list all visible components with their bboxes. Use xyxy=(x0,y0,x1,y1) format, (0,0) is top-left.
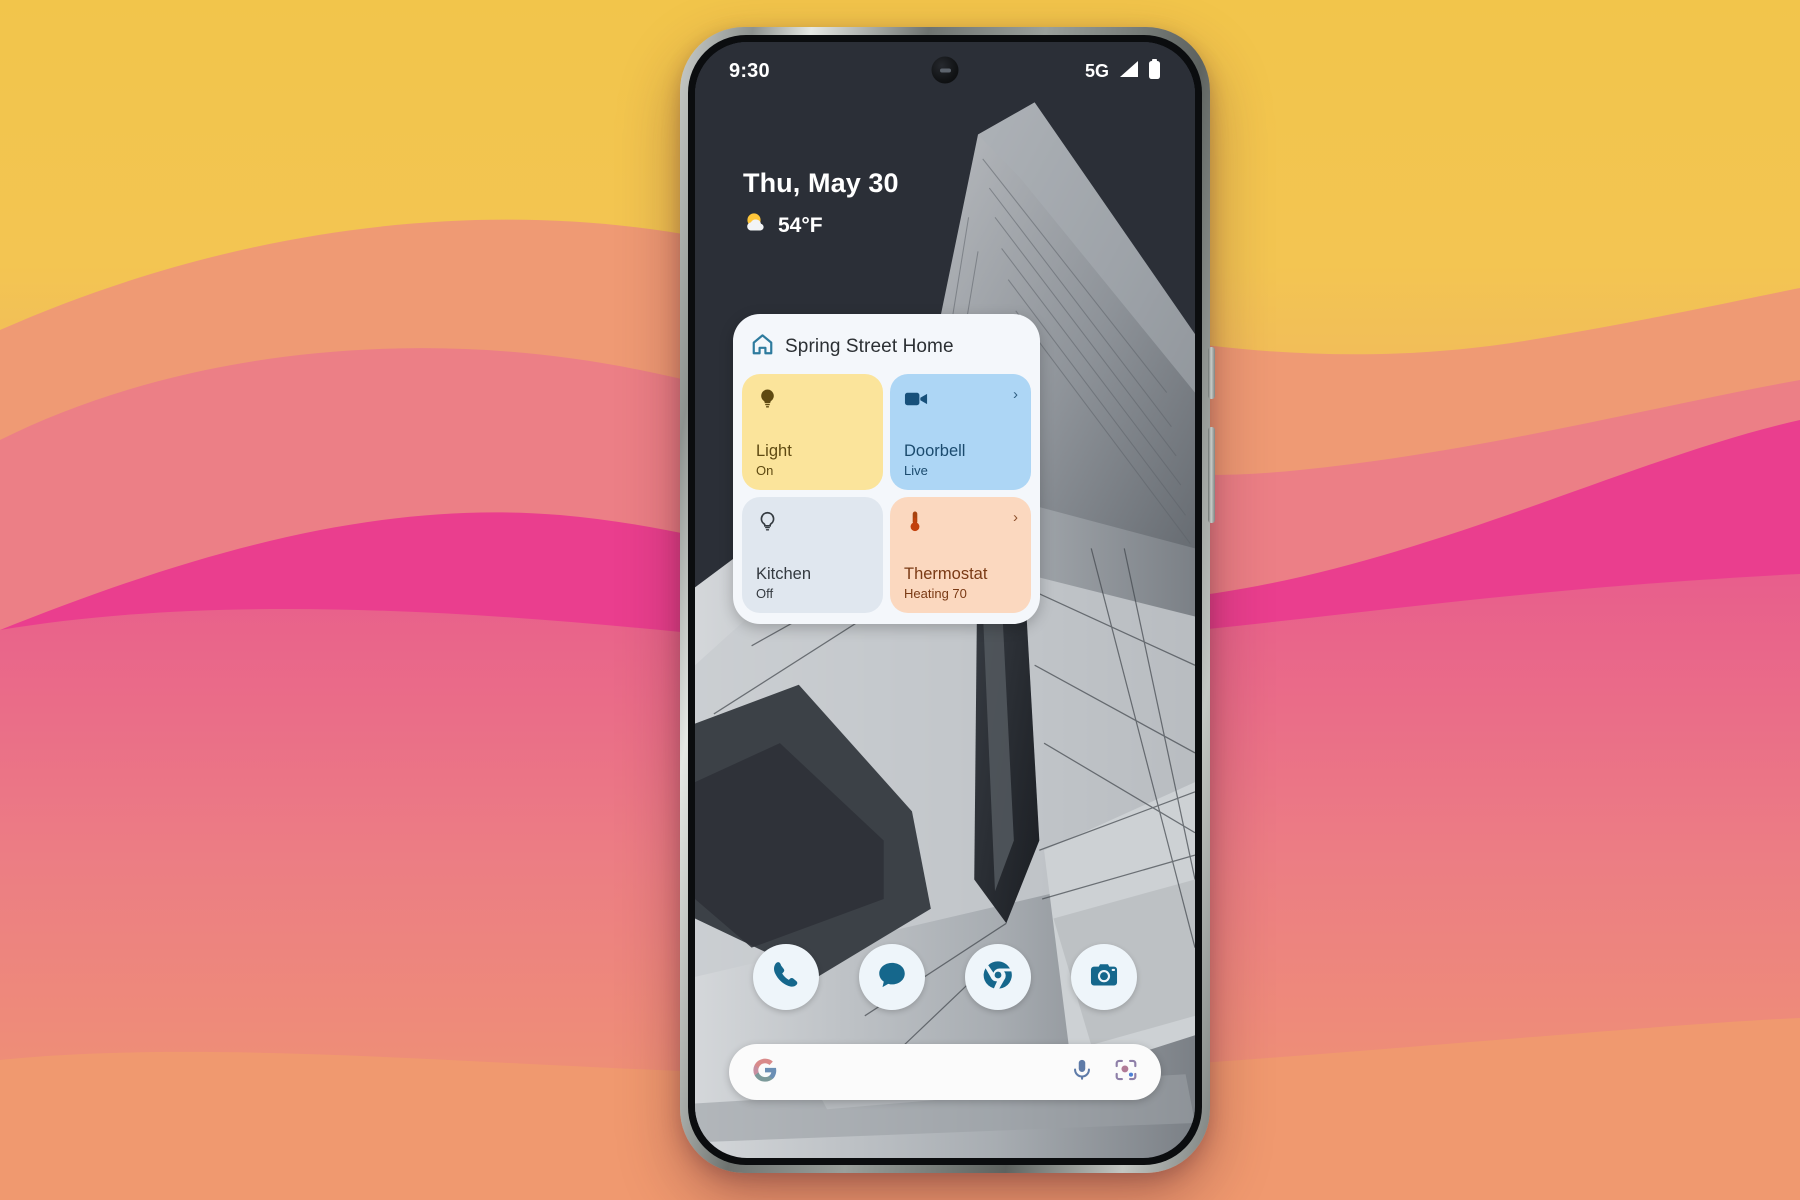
power-button[interactable] xyxy=(1208,347,1215,399)
tile-state-label: Live xyxy=(904,463,928,478)
dock-item-messages[interactable] xyxy=(859,944,925,1010)
camera-icon xyxy=(1087,958,1121,997)
tile-top-row xyxy=(756,387,870,415)
screenshot-scene: 9:30 5G Thu, May 30 54°F Spring Street H… xyxy=(0,0,1800,1200)
tile-chevron-icon[interactable]: › xyxy=(1013,510,1018,525)
phone-icon xyxy=(769,958,803,997)
tile-name-label: Light xyxy=(756,442,792,461)
device-tile-grid: Light On › Doorbell Live Kitchen Off › T… xyxy=(742,374,1031,613)
thermometer-icon xyxy=(904,510,926,538)
widget-title: Spring Street Home xyxy=(785,336,954,357)
tile-text: Light On xyxy=(756,442,870,478)
video-camera-icon xyxy=(904,387,929,415)
status-indicators: 5G xyxy=(1084,58,1161,84)
at-a-glance-widget[interactable]: Thu, May 30 54°F xyxy=(743,168,899,241)
tile-name-label: Kitchen xyxy=(756,565,812,584)
glance-date-label: Thu, May 30 xyxy=(743,168,899,198)
phone-bezel: 9:30 5G Thu, May 30 54°F Spring Street H… xyxy=(688,35,1202,1165)
battery-full-icon xyxy=(1148,58,1161,84)
dock-item-phone[interactable] xyxy=(753,944,819,1010)
widget-header: Spring Street Home xyxy=(742,323,1031,374)
tile-state-label: Heating 70 xyxy=(904,586,967,601)
device-tile-doorbell[interactable]: › Doorbell Live xyxy=(890,374,1031,490)
network-type-label: 5G xyxy=(1084,60,1109,81)
tile-name-label: Doorbell xyxy=(904,442,966,461)
google-home-icon xyxy=(750,332,775,362)
phone-device: 9:30 5G Thu, May 30 54°F Spring Street H… xyxy=(680,27,1215,1173)
sun-behind-cloud-icon xyxy=(743,210,768,241)
lightbulb-filled-icon xyxy=(756,387,779,415)
tile-text: Thermostat Heating 70 xyxy=(904,565,1018,601)
signal-bars-icon xyxy=(1118,60,1139,83)
dock-item-chrome[interactable] xyxy=(965,944,1031,1010)
search-actions xyxy=(1069,1057,1139,1088)
glance-weather: 54°F xyxy=(743,210,899,241)
device-tile-light[interactable]: Light On xyxy=(742,374,883,490)
google-lens-icon[interactable] xyxy=(1113,1057,1139,1088)
tile-chevron-icon[interactable]: › xyxy=(1013,387,1018,402)
app-dock xyxy=(695,944,1195,1010)
device-tile-kitchen[interactable]: Kitchen Off xyxy=(742,497,883,613)
tile-text: Kitchen Off xyxy=(756,565,870,601)
lightbulb-outline-icon xyxy=(756,510,779,538)
device-tile-thermostat[interactable]: › Thermostat Heating 70 xyxy=(890,497,1031,613)
tile-state-label: On xyxy=(756,463,774,478)
tile-top-row: › xyxy=(904,510,1018,538)
status-clock: 9:30 xyxy=(729,59,770,82)
phone-screen: 9:30 5G Thu, May 30 54°F Spring Street H… xyxy=(695,42,1195,1158)
tile-state-label: Off xyxy=(756,586,774,601)
tile-top-row: › xyxy=(904,387,1018,415)
dock-item-camera[interactable] xyxy=(1071,944,1137,1010)
tile-text: Doorbell Live xyxy=(904,442,1018,478)
google-search-bar[interactable] xyxy=(729,1044,1161,1100)
tile-top-row xyxy=(756,510,870,538)
chrome-icon xyxy=(981,958,1015,997)
microphone-icon[interactable] xyxy=(1069,1057,1095,1088)
front-camera-icon xyxy=(931,56,959,84)
messages-icon xyxy=(875,958,909,997)
tile-name-label: Thermostat xyxy=(904,565,988,584)
google-home-widget[interactable]: Spring Street Home Light On › Doorbell L… xyxy=(733,314,1040,624)
glance-temperature-label: 54°F xyxy=(778,213,823,237)
google-g-icon xyxy=(751,1056,779,1089)
volume-rocker-button[interactable] xyxy=(1208,427,1215,523)
